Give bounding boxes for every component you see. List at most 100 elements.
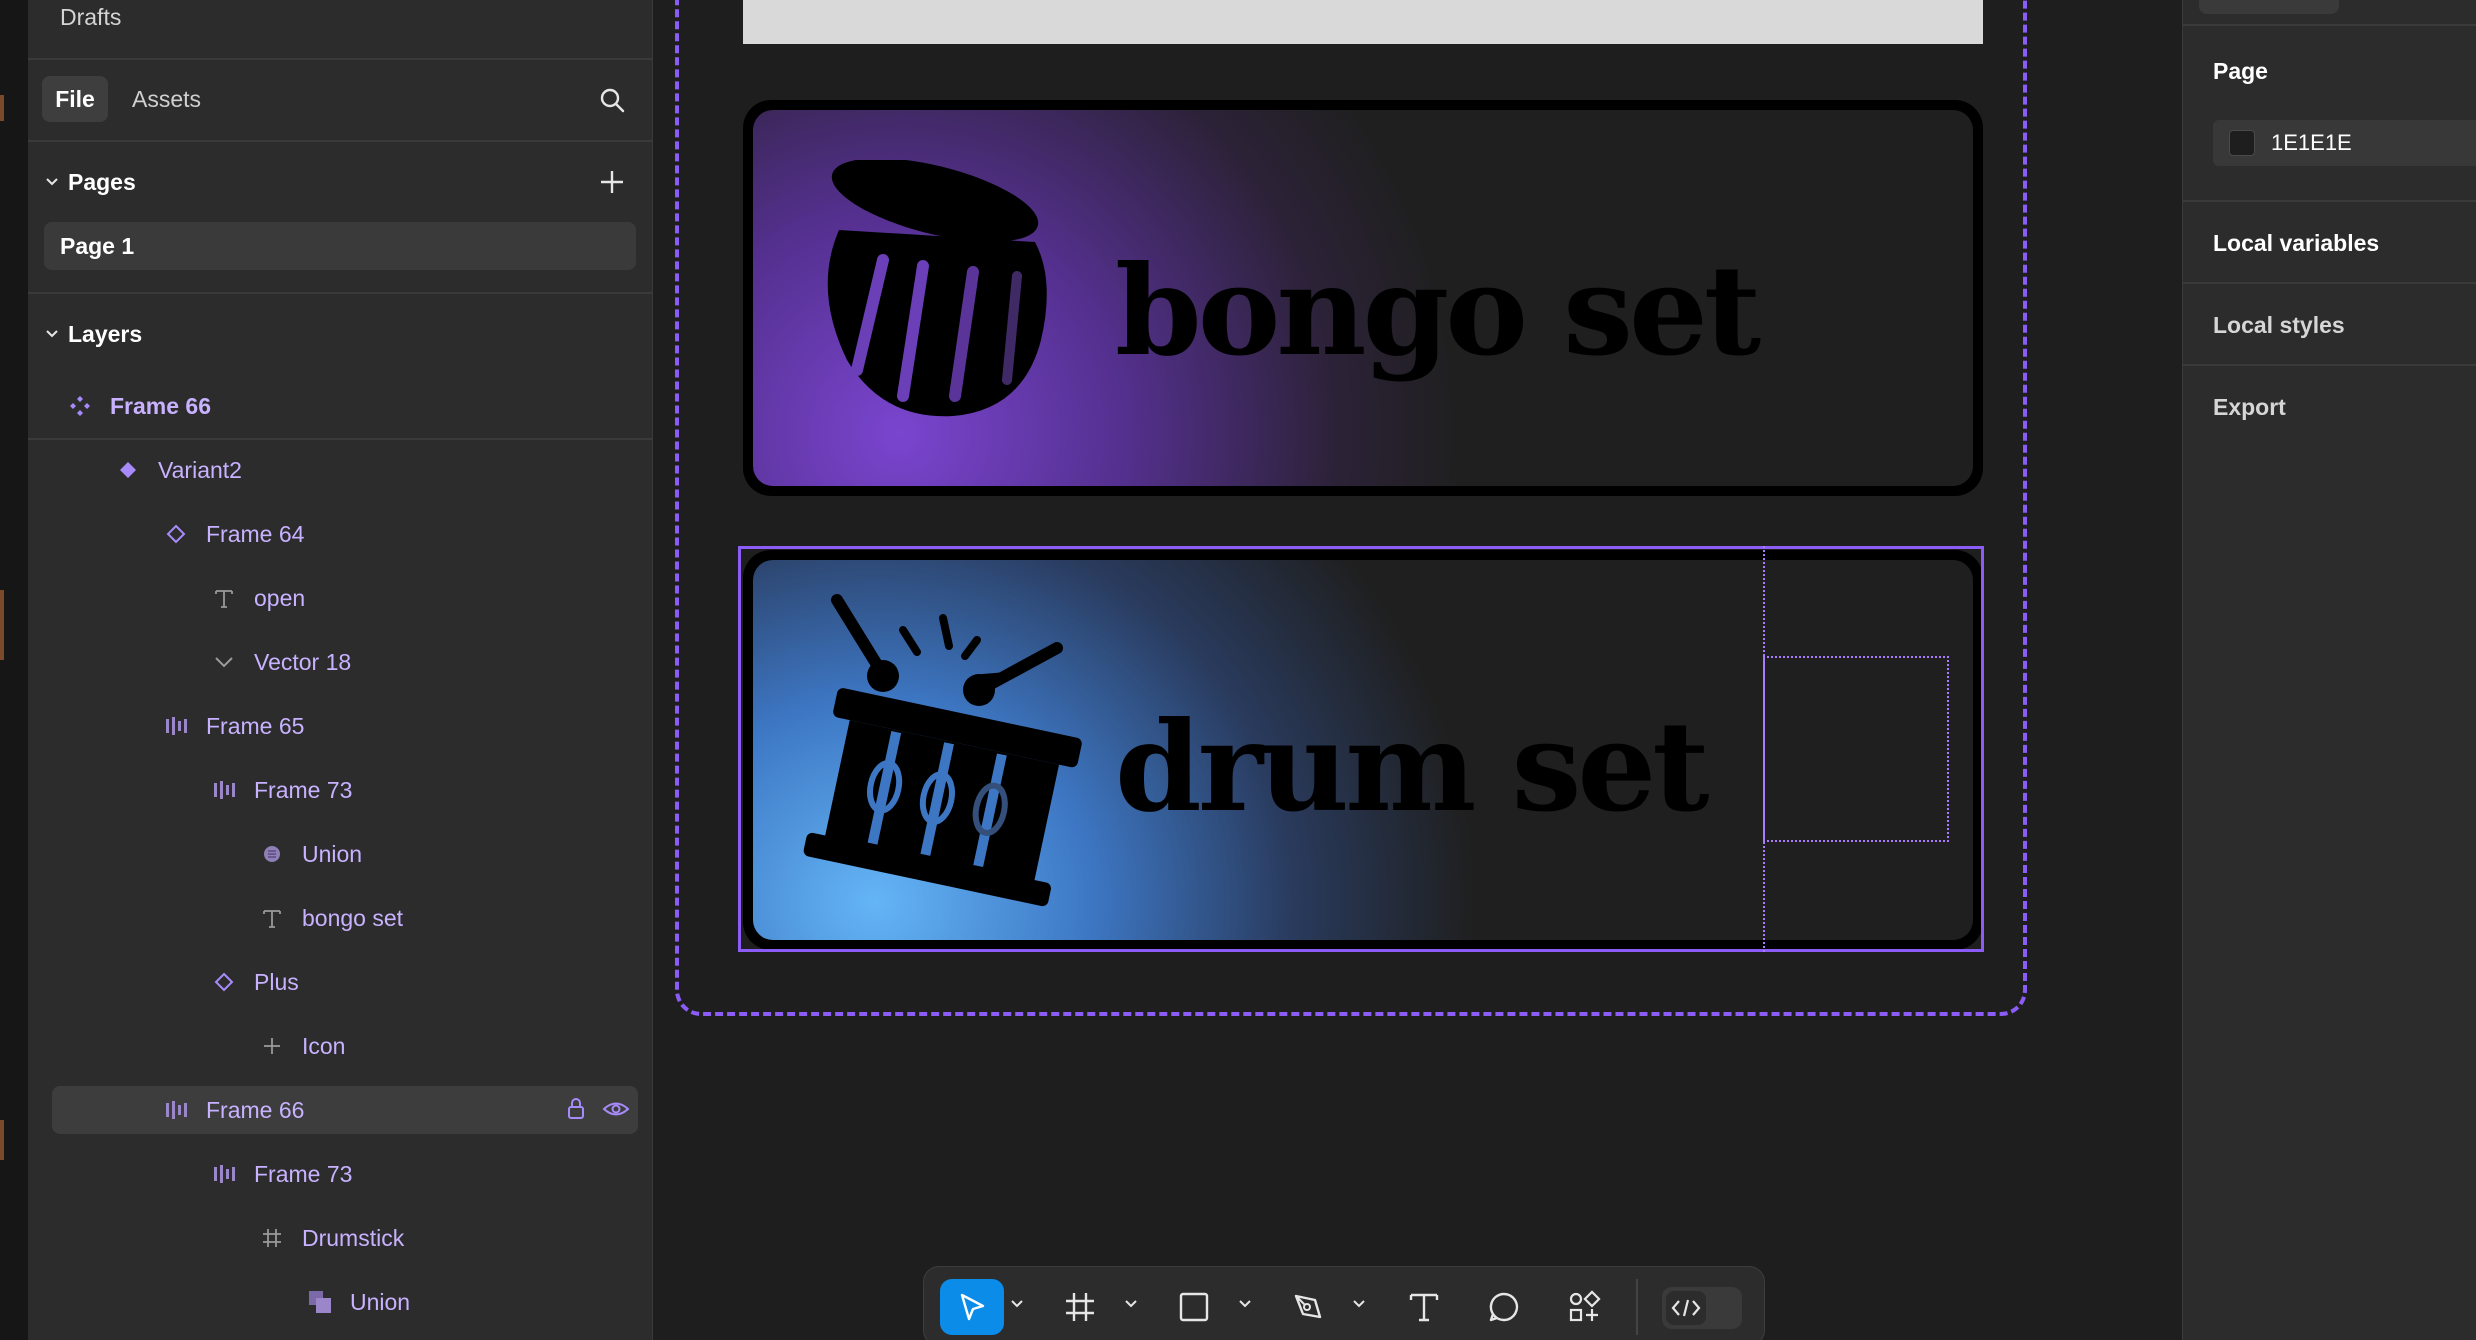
pages-section-header[interactable]: Pages bbox=[42, 162, 136, 202]
layers-panel: Drafts File Assets Pages Page 1 Layers F… bbox=[28, 0, 653, 1340]
layer-name: Frame 65 bbox=[206, 712, 305, 739]
layer-row[interactable]: Variant2 bbox=[52, 446, 638, 494]
layer-row[interactable]: Frame 73 bbox=[52, 766, 638, 814]
layer-name: Vector 18 bbox=[254, 648, 352, 675]
divider bbox=[28, 438, 652, 440]
divider bbox=[2183, 282, 2476, 284]
comment-tool-icon[interactable] bbox=[1476, 1279, 1532, 1335]
layer-name: Union bbox=[350, 1288, 411, 1315]
lock-icon[interactable] bbox=[564, 1096, 588, 1128]
auto-layout-icon bbox=[162, 1096, 190, 1124]
layer-row[interactable]: bongo set bbox=[52, 894, 638, 942]
tab-assets[interactable]: Assets bbox=[132, 76, 201, 122]
layer-row[interactable]: Frame 73 bbox=[52, 1150, 638, 1198]
layer-name: Frame 64 bbox=[206, 520, 305, 547]
auto-layout-icon bbox=[162, 712, 190, 740]
layer-name: Union bbox=[302, 840, 363, 867]
canvas[interactable]: bongo set drum set bbox=[653, 0, 2181, 1340]
frame-icon bbox=[258, 1224, 286, 1252]
layer-name: Frame 66 bbox=[206, 1096, 305, 1123]
pages-title: Pages bbox=[68, 168, 136, 195]
divider bbox=[2183, 24, 2476, 26]
layers-section-header[interactable]: Layers bbox=[42, 314, 142, 354]
layer-name: Frame 66 bbox=[110, 392, 212, 419]
add-page-icon[interactable] bbox=[594, 164, 630, 200]
color-swatch[interactable] bbox=[2229, 130, 2255, 156]
page-section-title: Page bbox=[2213, 58, 2268, 84]
bottom-toolbar bbox=[923, 1266, 1765, 1340]
edge-mark bbox=[0, 1120, 4, 1160]
divider bbox=[2183, 200, 2476, 202]
layers-title: Layers bbox=[68, 320, 143, 347]
divider bbox=[28, 58, 652, 60]
bongo-set-label: bongo set bbox=[1115, 239, 1761, 384]
divider bbox=[28, 292, 652, 294]
layer-name: Icon bbox=[302, 1032, 346, 1059]
vector-icon bbox=[210, 648, 238, 676]
edge-mark bbox=[0, 590, 4, 660]
chevron-down-icon bbox=[42, 178, 62, 186]
layer-row[interactable]: open bbox=[52, 574, 638, 622]
page-color-field[interactable]: 1E1E1E bbox=[2213, 120, 2476, 166]
chevron-down-icon[interactable] bbox=[1124, 1297, 1138, 1311]
move-tool-icon[interactable] bbox=[940, 1279, 1004, 1335]
text-tool-icon[interactable] bbox=[1396, 1279, 1452, 1335]
tab-prototype[interactable] bbox=[2393, 0, 2433, 6]
local-styles-section[interactable]: Local styles bbox=[2213, 312, 2345, 339]
union-icon bbox=[306, 1288, 334, 1316]
design-panel: Page 1E1E1E Local variables Local styles… bbox=[2182, 0, 2476, 1340]
pen-tool-icon[interactable] bbox=[1280, 1279, 1336, 1335]
actions-tool-icon[interactable] bbox=[1556, 1279, 1612, 1335]
layer-actions bbox=[564, 1096, 630, 1128]
layer-row[interactable]: Frame 66 bbox=[52, 382, 638, 430]
layer-row[interactable]: Plus bbox=[52, 958, 638, 1006]
tab-file[interactable]: File bbox=[42, 76, 108, 122]
export-section[interactable]: Export bbox=[2213, 394, 2286, 421]
page-item-page-1[interactable]: Page 1 bbox=[44, 222, 636, 270]
dev-mode-toggle[interactable] bbox=[1662, 1287, 1742, 1329]
bongo-icon bbox=[827, 160, 1047, 417]
drafts-breadcrumb[interactable]: Drafts bbox=[60, 4, 121, 31]
plus-slot-outline[interactable] bbox=[1763, 656, 1949, 842]
chevron-down-icon bbox=[42, 330, 62, 338]
bongo-set-button[interactable]: bongo set bbox=[743, 100, 1983, 496]
bongo-card-fill: bongo set bbox=[753, 110, 1973, 486]
chevron-down-icon[interactable] bbox=[1010, 1297, 1024, 1311]
divider bbox=[2183, 364, 2476, 366]
boolean-icon bbox=[258, 840, 286, 868]
text-icon bbox=[210, 584, 238, 612]
instance-icon bbox=[210, 968, 238, 996]
layer-row[interactable]: Frame 65 bbox=[52, 702, 638, 750]
eye-icon[interactable] bbox=[602, 1096, 630, 1128]
layer-name: Drumstick bbox=[302, 1224, 405, 1251]
layer-name: Frame 73 bbox=[254, 1160, 353, 1187]
chevron-down-icon[interactable] bbox=[1238, 1297, 1252, 1311]
layer-row[interactable]: Icon bbox=[52, 1022, 638, 1070]
chevron-down-icon[interactable] bbox=[1352, 1297, 1366, 1311]
layer-row[interactable]: Drumstick bbox=[52, 1214, 638, 1262]
page-color-value[interactable]: 1E1E1E bbox=[2271, 130, 2352, 156]
search-icon[interactable] bbox=[594, 82, 630, 118]
window-edge-strip bbox=[0, 0, 29, 1340]
local-variables-section[interactable]: Local variables bbox=[2213, 230, 2379, 257]
frame-tool-icon[interactable] bbox=[1052, 1279, 1108, 1335]
component-set-icon bbox=[66, 392, 94, 420]
layer-name: bongo set bbox=[302, 904, 404, 931]
layer-name: Plus bbox=[254, 968, 299, 995]
layer-row[interactable]: Frame 64 bbox=[52, 510, 638, 558]
rectangle-tool-icon[interactable] bbox=[1166, 1279, 1222, 1335]
toolbar-divider bbox=[1636, 1279, 1638, 1335]
layer-name: Variant2 bbox=[158, 456, 242, 483]
layer-row-selected[interactable]: Frame 66 bbox=[52, 1086, 638, 1134]
layer-row[interactable]: Union bbox=[52, 830, 638, 878]
plus-icon bbox=[258, 1032, 286, 1060]
layer-row[interactable]: Vector 18 bbox=[52, 638, 638, 686]
layer-name: open bbox=[254, 584, 306, 611]
layer-row[interactable]: Union bbox=[52, 1278, 638, 1326]
text-icon bbox=[258, 904, 286, 932]
component-icon bbox=[114, 456, 142, 484]
auto-layout-icon bbox=[210, 1160, 238, 1188]
tab-design[interactable] bbox=[2199, 0, 2339, 14]
auto-layout-icon bbox=[210, 776, 238, 804]
code-icon bbox=[1666, 1291, 1706, 1325]
